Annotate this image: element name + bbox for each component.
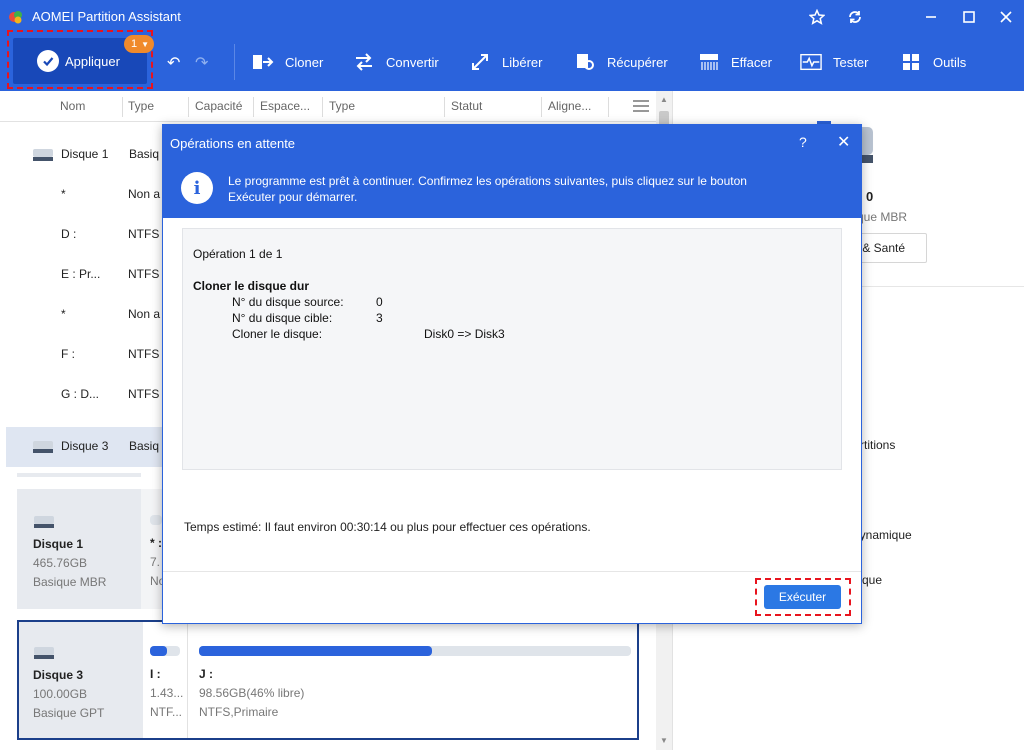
dialog-message: Le programme est prêt à continuer. Confi… xyxy=(228,174,747,204)
dialog-header: Opérations en attente ? ✕ i Le programme… xyxy=(163,125,861,218)
toolbar-separator xyxy=(234,44,235,80)
help-icon[interactable]: ? xyxy=(799,134,807,150)
star-icon[interactable] xyxy=(805,6,829,28)
disk-icon xyxy=(33,441,53,453)
top-bar: AOMEI Partition Assistant Appliquer 1 ▼ … xyxy=(0,0,1024,91)
estimated-time: Temps estimé: Il faut environ 00:30:14 o… xyxy=(184,520,591,534)
column-name[interactable]: Nom xyxy=(60,99,85,113)
partition-bar xyxy=(150,515,162,525)
recover-icon xyxy=(574,52,596,72)
dialog-title: Opérations en attente xyxy=(170,136,296,151)
apply-label: Appliquer xyxy=(65,53,120,69)
column-capacity[interactable]: Capacité xyxy=(195,99,242,113)
test-button[interactable]: Tester xyxy=(800,49,868,75)
disk-icon xyxy=(34,647,54,659)
partition-bar-j[interactable] xyxy=(199,646,631,656)
column-status[interactable]: Statut xyxy=(451,99,482,113)
disk-card-info: Disque 3 100.00GB Basique GPT xyxy=(19,622,143,738)
recover-button[interactable]: Récupérer xyxy=(574,49,668,75)
menu-item-partitions[interactable]: rtitions xyxy=(860,438,895,452)
operation-title: Cloner le disque dur xyxy=(193,279,310,293)
check-icon xyxy=(37,50,59,72)
close-icon[interactable]: ✕ xyxy=(837,132,850,152)
undo-icon[interactable]: ↶ xyxy=(167,53,180,73)
scroll-down-icon[interactable]: ▼ xyxy=(660,736,668,745)
disk-card-3[interactable]: Disque 3 100.00GB Basique GPT I : 1.43..… xyxy=(17,620,639,740)
card-edge xyxy=(17,473,141,477)
resize-icon xyxy=(469,52,491,72)
maximize-icon[interactable] xyxy=(957,6,981,28)
clone-button[interactable]: Cloner xyxy=(252,49,323,75)
close-window-icon[interactable] xyxy=(994,6,1018,28)
column-free-space[interactable]: Espace... xyxy=(260,99,310,113)
operations-list: Opération 1 de 1 Cloner le disque dur N°… xyxy=(182,228,842,470)
dialog-footer-separator xyxy=(163,571,861,572)
title-bar: AOMEI Partition Assistant xyxy=(0,0,1024,34)
column-headers: Nom Type Capacité Espace... Type Statut … xyxy=(0,91,656,122)
redo-icon[interactable]: ↷ xyxy=(195,53,208,73)
refresh-icon[interactable] xyxy=(843,6,867,28)
tools-button[interactable]: Outils xyxy=(900,49,966,75)
column-fs-type[interactable]: Type xyxy=(329,99,355,113)
wipe-button[interactable]: Effacer xyxy=(698,49,772,75)
menu-item-disk[interactable]: que xyxy=(862,573,882,587)
pending-count-badge[interactable]: 1 ▼ xyxy=(124,35,154,53)
minimize-icon[interactable] xyxy=(919,6,943,28)
pulse-icon xyxy=(800,52,822,72)
chevron-down-icon: ▼ xyxy=(141,39,150,49)
disk-icon xyxy=(33,149,53,161)
partition-bar-i[interactable] xyxy=(150,646,180,656)
grid-icon xyxy=(900,52,922,72)
disk-icon xyxy=(34,516,54,528)
disk-card-info: Disque 1 465.76GB Basique MBR xyxy=(17,489,141,609)
window-title: AOMEI Partition Assistant xyxy=(32,9,181,24)
app-logo-icon xyxy=(9,11,22,24)
shredder-icon xyxy=(698,52,720,72)
column-type[interactable]: Type xyxy=(128,99,154,113)
free-space-button[interactable]: Libérer xyxy=(469,49,542,75)
column-alignment[interactable]: Aligne... xyxy=(548,99,591,113)
convert-button[interactable]: Convertir xyxy=(353,49,439,75)
convert-icon xyxy=(353,52,375,72)
column-menu-icon[interactable] xyxy=(633,100,649,112)
scroll-up-icon[interactable]: ▲ xyxy=(660,95,668,104)
pending-operations-dialog: Opérations en attente ? ✕ i Le programme… xyxy=(162,124,862,624)
info-icon: i xyxy=(181,172,213,204)
clone-icon xyxy=(252,52,274,72)
execute-button[interactable]: Exécuter xyxy=(764,585,841,609)
operation-counter: Opération 1 de 1 xyxy=(193,247,283,261)
